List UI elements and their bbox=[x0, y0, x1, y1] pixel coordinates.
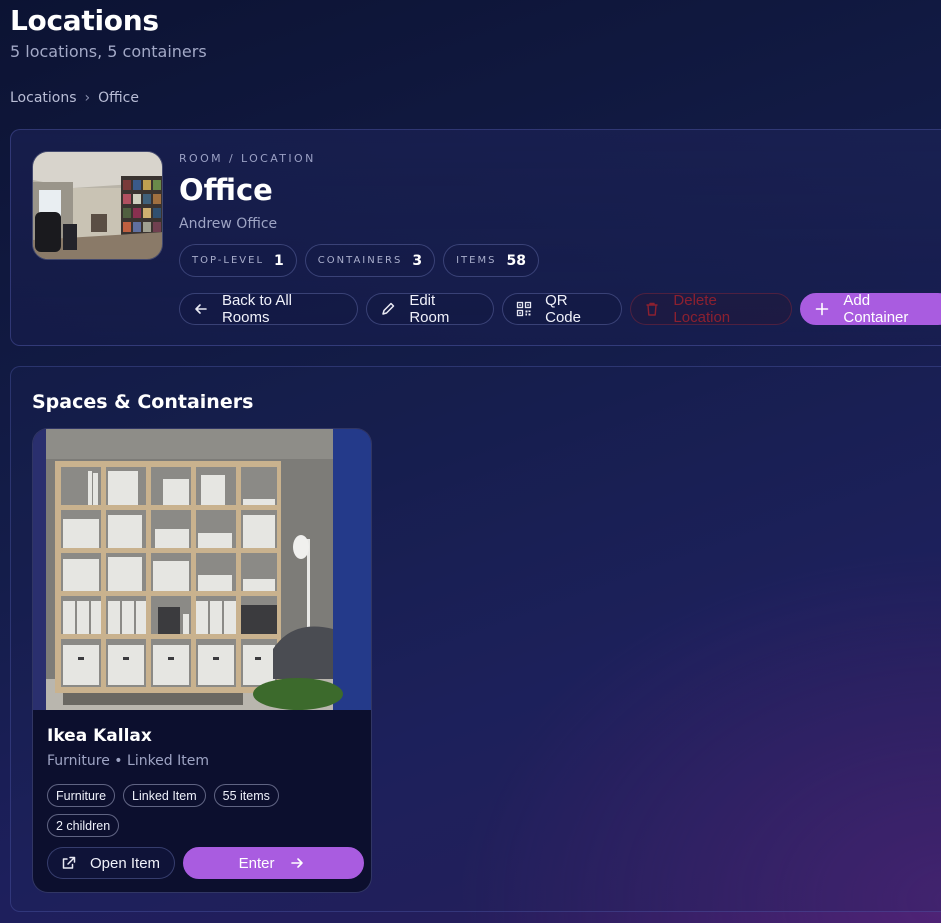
room-stats: TOP-LEVEL 1 CONTAINERS 3 ITEMS 58 bbox=[179, 244, 539, 277]
stat-label: TOP-LEVEL bbox=[192, 255, 265, 266]
open-item-label: Open Item bbox=[90, 854, 161, 872]
stat-containers: CONTAINERS 3 bbox=[304, 244, 436, 277]
container-subtitle: Furniture • Linked Item bbox=[47, 753, 210, 769]
edit-room-label: Edit Room bbox=[409, 292, 450, 326]
back-to-all-rooms-button[interactable]: Back to All Rooms bbox=[179, 292, 359, 326]
breadcrumb-current: Office bbox=[98, 90, 139, 106]
plus-icon bbox=[813, 300, 831, 318]
add-container-label: Add Container bbox=[843, 292, 909, 326]
container-actions: Open Item Enter bbox=[47, 847, 365, 879]
qr-code-label: QR Code bbox=[545, 292, 581, 326]
room-card: ROOM / LOCATION Office Andrew Office TOP… bbox=[10, 129, 941, 346]
room-kicker: ROOM / LOCATION bbox=[179, 152, 316, 165]
stat-value: 1 bbox=[274, 252, 284, 269]
room-actions: Back to All Rooms Edit Room QR Code Dele… bbox=[179, 292, 941, 326]
delete-location-button[interactable]: Delete Location bbox=[630, 292, 793, 326]
add-container-button[interactable]: Add Container bbox=[800, 292, 941, 326]
section-title: Spaces & Containers bbox=[32, 391, 254, 413]
page-subtitle: 5 locations, 5 containers bbox=[10, 42, 207, 61]
room-description: Andrew Office bbox=[179, 216, 278, 232]
breadcrumb: Locations › Office bbox=[10, 90, 139, 106]
container-body: Ikea Kallax Furniture • Linked Item Furn… bbox=[47, 726, 357, 837]
spaces-section: Spaces & Containers Ikea Kallax Furnitur… bbox=[10, 366, 941, 912]
page-header: Locations 5 locations, 5 containers bbox=[10, 4, 207, 61]
qr-code-icon bbox=[515, 300, 533, 318]
stat-value: 3 bbox=[412, 252, 423, 269]
arrow-left-icon bbox=[192, 300, 210, 318]
container-chips: Furniture Linked Item 55 items 2 childre… bbox=[47, 784, 307, 837]
trash-icon bbox=[643, 300, 661, 318]
container-card[interactable]: Ikea Kallax Furniture • Linked Item Furn… bbox=[32, 428, 372, 893]
open-item-button[interactable]: Open Item bbox=[47, 847, 176, 879]
edit-room-button[interactable]: Edit Room bbox=[366, 292, 495, 326]
delete-location-label: Delete Location bbox=[673, 292, 731, 326]
chip-children-count: 2 children bbox=[47, 814, 120, 837]
chip-furniture: Furniture bbox=[47, 784, 116, 807]
room-title: Office bbox=[179, 173, 273, 207]
back-to-all-rooms-label: Back to All Rooms bbox=[221, 292, 292, 326]
stat-label: CONTAINERS bbox=[317, 255, 403, 266]
qr-code-button[interactable]: QR Code bbox=[502, 292, 623, 326]
chip-linked-item: Linked Item bbox=[123, 784, 206, 807]
enter-label: Enter bbox=[238, 854, 275, 872]
pencil-icon bbox=[379, 300, 397, 318]
container-title: Ikea Kallax bbox=[47, 726, 152, 746]
room-photo bbox=[32, 151, 163, 260]
room-photo-image bbox=[33, 152, 162, 259]
enter-button[interactable]: Enter bbox=[183, 847, 365, 879]
breadcrumb-separator: › bbox=[84, 90, 91, 106]
chip-item-count: 55 items bbox=[213, 784, 279, 807]
container-image bbox=[33, 429, 371, 710]
stat-label: ITEMS bbox=[456, 255, 497, 266]
arrow-right-icon bbox=[288, 854, 306, 872]
page-title: Locations bbox=[10, 4, 159, 37]
room-meta: ROOM / LOCATION Office Andrew Office TOP… bbox=[179, 152, 539, 277]
stat-top-level: TOP-LEVEL 1 bbox=[179, 244, 297, 277]
stat-items: ITEMS 58 bbox=[443, 244, 539, 277]
shelf-photo bbox=[33, 429, 371, 710]
stat-value: 58 bbox=[506, 252, 526, 269]
breadcrumb-root-link[interactable]: Locations bbox=[10, 90, 77, 106]
external-link-icon bbox=[60, 854, 78, 872]
